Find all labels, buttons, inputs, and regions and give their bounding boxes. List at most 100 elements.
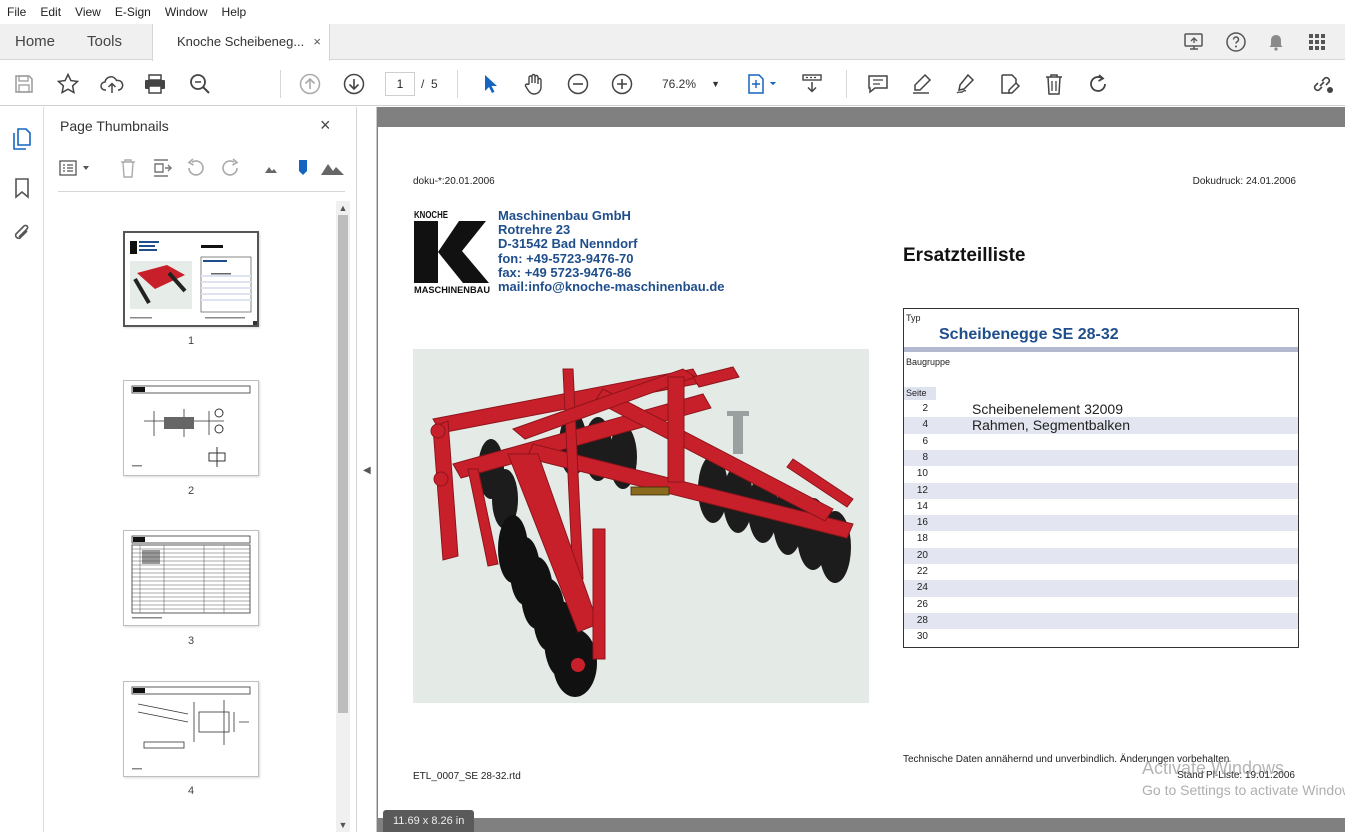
assembly-group-label: Baugruppe <box>906 357 951 367</box>
row-page-number: 20 <box>916 549 928 561</box>
menu-edit[interactable]: Edit <box>33 0 68 24</box>
cloud-upload-icon[interactable] <box>99 71 125 97</box>
zoom-out-icon[interactable] <box>565 71 591 97</box>
zoom-in-icon[interactable] <box>609 71 635 97</box>
row-page-number: 14 <box>916 500 928 512</box>
thumbnail-size-slider-icon[interactable] <box>292 157 314 179</box>
zoom-level-select[interactable]: 76.2% ▼ <box>652 72 724 96</box>
logo-top-text: KNOCHE <box>414 210 448 221</box>
row-assembly-name: Scheibenelement 32009 <box>972 401 1124 417</box>
row-page-number: 10 <box>916 468 928 480</box>
tab-tools[interactable]: Tools <box>87 24 122 60</box>
table-row: 26 <box>904 597 1298 613</box>
apps-grid-icon[interactable] <box>1304 29 1330 55</box>
notifications-bell-icon[interactable] <box>1263 29 1289 55</box>
row-page-number: 22 <box>916 566 928 577</box>
chevron-down-icon: ▼ <box>711 79 720 89</box>
close-tab-icon[interactable]: × <box>313 24 321 60</box>
menu-file[interactable]: File <box>0 0 33 24</box>
logo-bottom-text: MASCHINENBAU <box>414 285 490 295</box>
table-divider-bar <box>904 347 1298 352</box>
thumbnail-page-1[interactable] <box>123 231 259 327</box>
share-screen-icon[interactable] <box>1181 29 1207 55</box>
bookmarks-icon[interactable] <box>9 175 35 201</box>
table-row: 30 <box>904 629 1298 645</box>
toolbar-divider <box>457 70 458 98</box>
select-cursor-icon[interactable] <box>477 71 503 97</box>
thumbnail-page-3[interactable] <box>123 530 259 626</box>
scroll-down-icon[interactable]: ▼ <box>336 820 350 830</box>
table-row: 10 <box>904 466 1298 482</box>
total-pages: 5 <box>431 77 438 91</box>
scroll-mode-icon[interactable] <box>799 71 825 97</box>
print-icon[interactable] <box>142 71 168 97</box>
comment-icon[interactable] <box>865 71 891 97</box>
bookmark-star-icon[interactable] <box>55 71 81 97</box>
thumbnail-page-number: 1 <box>187 335 195 347</box>
thumbnail-options-icon[interactable] <box>57 157 93 179</box>
activate-windows-watermark: Activate Windows <box>1142 758 1285 778</box>
panel-title: Page Thumbnails <box>60 118 169 134</box>
row-page-number: 4 <box>922 419 928 431</box>
next-page-icon[interactable] <box>341 71 367 97</box>
doc-header-left: doku-*:20.01.2006 <box>413 176 495 187</box>
thumbnail-page-2[interactable] <box>123 380 259 476</box>
link-share-icon[interactable] <box>1310 71 1336 97</box>
model-name: Scheibenegge SE 28-32 <box>939 326 1119 343</box>
row-page-number: 28 <box>916 614 928 626</box>
table-row: 18 <box>904 531 1298 547</box>
row-page-number: 12 <box>916 484 928 496</box>
extract-page-icon[interactable] <box>151 157 173 179</box>
fit-page-icon[interactable] <box>745 71 779 97</box>
search-zoom-icon[interactable] <box>187 71 213 97</box>
large-thumbnails-icon[interactable] <box>319 157 347 179</box>
menu-window[interactable]: Window <box>158 0 215 24</box>
tab-document[interactable]: Knoche Scheibeneg... × <box>152 24 330 61</box>
company-city: D-31542 Bad Nenndorf <box>498 236 638 252</box>
zoom-level-value: 76.2% <box>662 77 697 91</box>
rotate-clockwise-icon[interactable] <box>219 157 241 179</box>
doc-header-right: Dokudruck: 24.01.2006 <box>1192 176 1296 187</box>
page-thumbnails-icon[interactable] <box>9 126 35 152</box>
thumbnail-toolbar <box>57 155 347 183</box>
current-page-input[interactable]: 1 <box>385 72 415 96</box>
hand-tool-icon[interactable] <box>521 71 547 97</box>
company-email-link[interactable]: mail:info@knoche-maschinenbau.de <box>498 279 725 294</box>
scrollbar-thumb[interactable] <box>338 215 348 713</box>
company-fax: fax: +49 5723-9476-86 <box>498 264 632 280</box>
parts-index-table: Typ Scheibenegge SE 28-32 Baugruppe Seit… <box>903 308 1299 648</box>
table-row: 14 <box>904 499 1298 515</box>
tab-document-label: Knoche Scheibeneg... <box>177 34 305 49</box>
collapse-arrow-icon[interactable]: ◀ <box>363 465 371 476</box>
close-panel-icon[interactable]: × <box>320 115 331 136</box>
previous-page-icon[interactable] <box>297 71 323 97</box>
sign-icon[interactable] <box>953 71 979 97</box>
company-phone: fon: +49-5723-9476-70 <box>498 250 634 266</box>
panel-collapse-strip[interactable]: ◀ <box>358 107 377 832</box>
menu-esign[interactable]: E-Sign <box>108 0 158 24</box>
company-logo: KNOCHE MASCHINENBAU <box>413 209 491 295</box>
help-icon[interactable] <box>1223 29 1249 55</box>
small-thumbnails-icon[interactable] <box>260 157 282 179</box>
delete-page-icon[interactable] <box>117 157 139 179</box>
row-assembly-name: Rahmen, Segmentbalken <box>972 417 1130 434</box>
menu-help[interactable]: Help <box>215 0 254 24</box>
thumbnail-page-4[interactable] <box>123 681 259 777</box>
attachments-paperclip-icon[interactable] <box>9 220 35 246</box>
delete-trash-icon[interactable] <box>1041 71 1067 97</box>
thumbnail-scrollbar[interactable]: ▲ ▼ <box>336 201 350 832</box>
thumbnail-page-number: 3 <box>187 635 195 647</box>
scroll-up-icon[interactable]: ▲ <box>336 203 350 213</box>
edit-document-icon[interactable] <box>997 71 1023 97</box>
rotate-clockwise-icon[interactable] <box>1085 71 1111 97</box>
company-street: Rotrehre 23 <box>498 222 571 238</box>
page-separator: / <box>421 77 425 91</box>
doc-filename: ETL_0007_SE 28-32.rtd <box>413 771 521 782</box>
rotate-counterclockwise-icon[interactable] <box>185 157 207 179</box>
page-size-indicator: 11.69 x 8.26 in <box>383 810 475 832</box>
save-icon[interactable] <box>11 71 37 97</box>
tab-home[interactable]: Home <box>15 24 55 60</box>
menu-view[interactable]: View <box>68 0 108 24</box>
menu-bar: File Edit View E-Sign Window Help <box>0 0 1345 24</box>
highlight-pen-icon[interactable] <box>909 71 935 97</box>
